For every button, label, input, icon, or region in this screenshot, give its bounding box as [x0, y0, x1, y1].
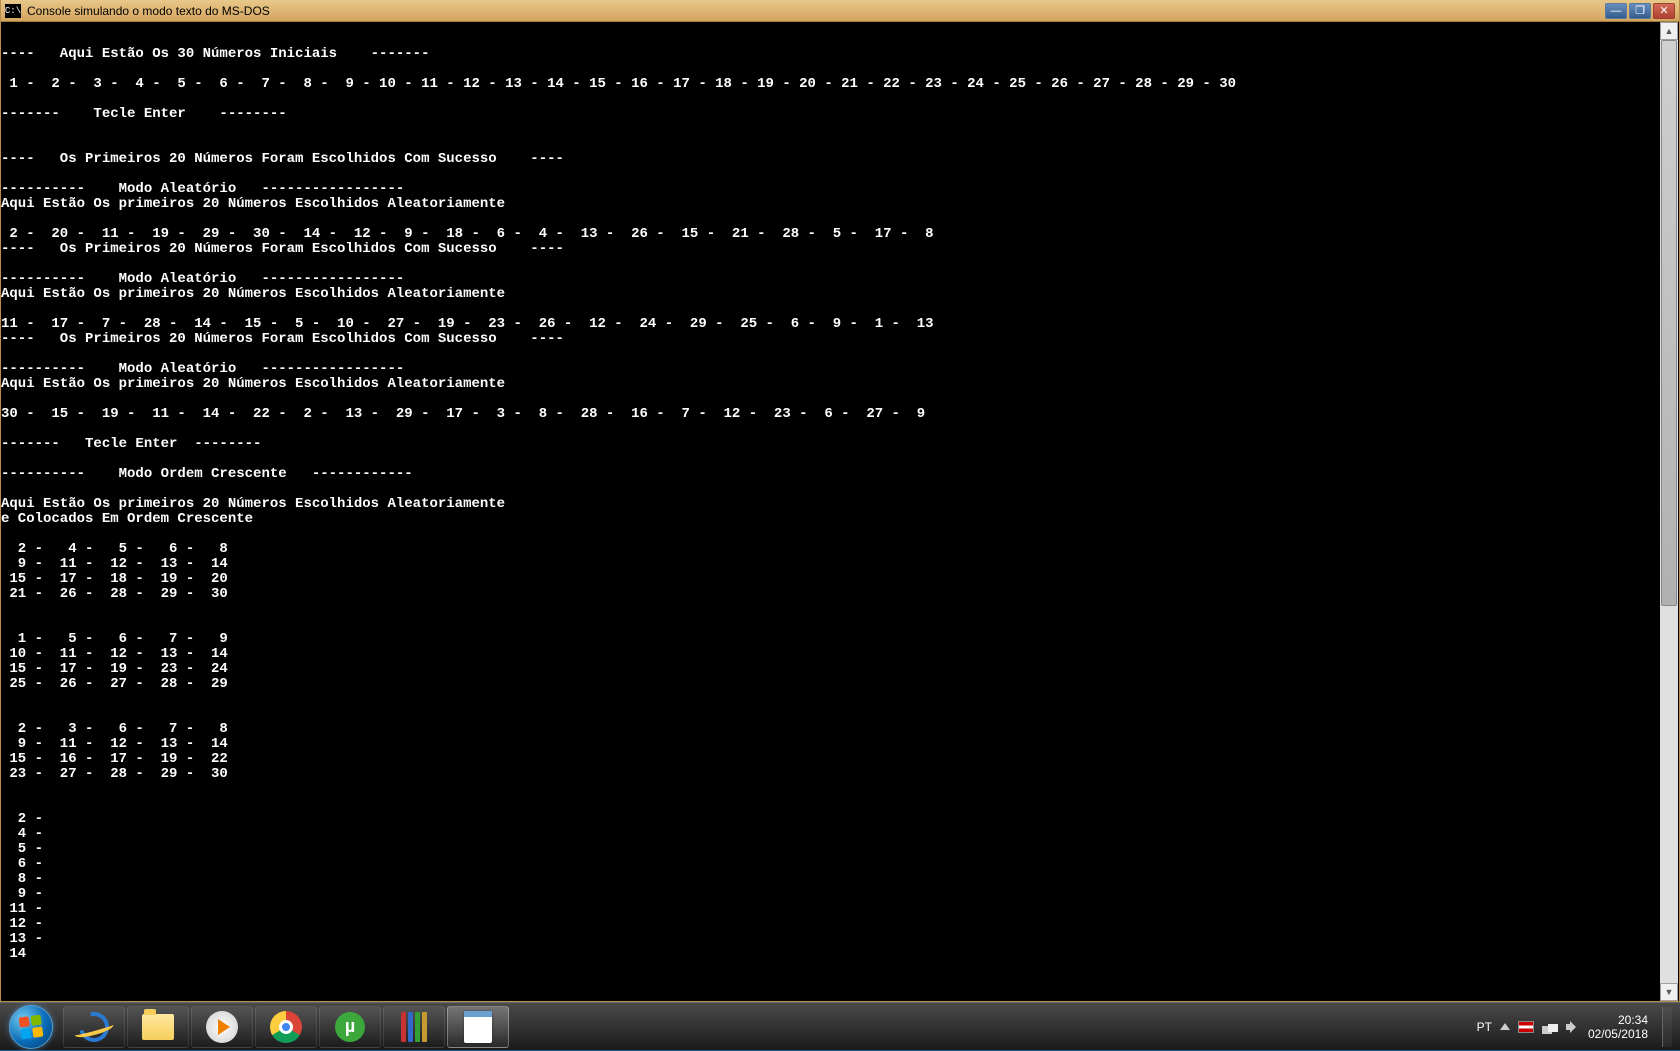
network-icon[interactable] [1542, 1020, 1558, 1034]
start-button[interactable] [0, 1003, 62, 1051]
taskbar-explorer[interactable] [127, 1006, 189, 1048]
system-tray: PT 20:34 02/05/2018 [1469, 1003, 1680, 1050]
titlebar[interactable]: C:\ Console simulando o modo texto do MS… [1, 0, 1679, 22]
taskbar-ie[interactable] [63, 1006, 125, 1048]
chrome-icon [269, 1010, 303, 1044]
tray-overflow-icon[interactable] [1500, 1023, 1510, 1030]
taskbar-notepad[interactable] [447, 1006, 509, 1048]
minimize-button[interactable]: — [1605, 3, 1627, 19]
tray-flag-icon[interactable] [1518, 1021, 1534, 1033]
scroll-up-arrow[interactable]: ▲ [1660, 22, 1678, 40]
taskbar-utorrent[interactable]: µ [319, 1006, 381, 1048]
scroll-track[interactable] [1660, 40, 1678, 983]
notepad-icon [461, 1010, 495, 1044]
tray-clock[interactable]: 20:34 02/05/2018 [1588, 1013, 1648, 1041]
volume-icon[interactable] [1566, 1020, 1580, 1034]
clock-time: 20:34 [1588, 1013, 1648, 1027]
app-icon: C:\ [5, 4, 21, 18]
close-button[interactable]: ✕ [1653, 3, 1675, 19]
clock-date: 02/05/2018 [1588, 1027, 1648, 1041]
media-player-icon [205, 1010, 239, 1044]
window-title: Console simulando o modo texto do MS-DOS [27, 4, 270, 18]
console-window: C:\ Console simulando o modo texto do MS… [0, 0, 1680, 1002]
language-indicator[interactable]: PT [1477, 1020, 1492, 1034]
utorrent-icon: µ [333, 1010, 367, 1044]
scroll-down-arrow[interactable]: ▼ [1660, 983, 1678, 1001]
console-output[interactable]: ---- Aqui Estão Os 30 Números Iniciais -… [1, 22, 1679, 1001]
scroll-thumb[interactable] [1661, 40, 1677, 606]
show-desktop-button[interactable] [1662, 1007, 1672, 1047]
internet-explorer-icon [77, 1010, 111, 1044]
books-icon [397, 1010, 431, 1044]
taskbar: µ PT 20:34 02/05/2018 [0, 1002, 1680, 1050]
vertical-scrollbar[interactable]: ▲ ▼ [1660, 22, 1678, 1001]
taskbar-chrome[interactable] [255, 1006, 317, 1048]
folder-icon [141, 1010, 175, 1044]
windows-logo-icon [9, 1005, 53, 1049]
taskbar-books[interactable] [383, 1006, 445, 1048]
taskbar-media-player[interactable] [191, 1006, 253, 1048]
maximize-button[interactable]: ❐ [1629, 3, 1651, 19]
